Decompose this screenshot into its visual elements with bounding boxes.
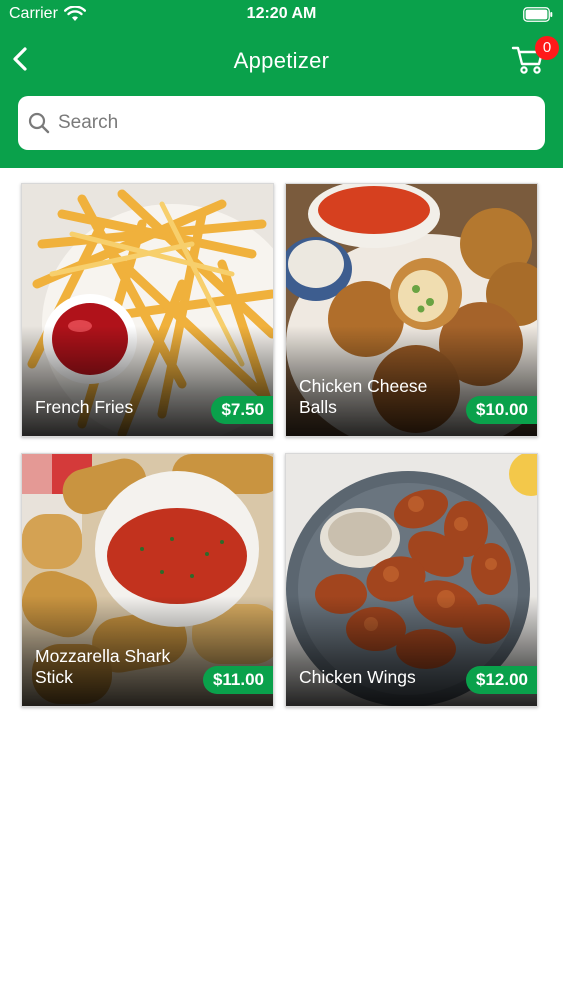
item-card-mozzarella-shark-stick[interactable]: Mozzarella Shark Stick $11.00 [21,453,274,707]
item-name: Chicken Cheese Balls [299,376,428,417]
item-name: French Fries [35,397,134,417]
item-price-badge: $12.00 [466,666,537,694]
item-card-french-fries[interactable]: French Fries $7.50 [21,183,274,437]
item-name: Mozzarella Shark Stick [35,646,171,687]
item-price-badge: $10.00 [466,396,537,424]
item-card-chicken-cheese-balls[interactable]: Chicken Cheese Balls $10.00 [285,183,538,437]
item-grid: French Fries $7.50 Chicken Cheese Balls … [0,0,563,1000]
item-name: Chicken Wings [299,667,416,687]
item-card-chicken-wings[interactable]: Chicken Wings $12.00 [285,453,538,707]
item-price-badge: $7.50 [211,396,273,424]
item-price-badge: $11.00 [202,666,273,694]
